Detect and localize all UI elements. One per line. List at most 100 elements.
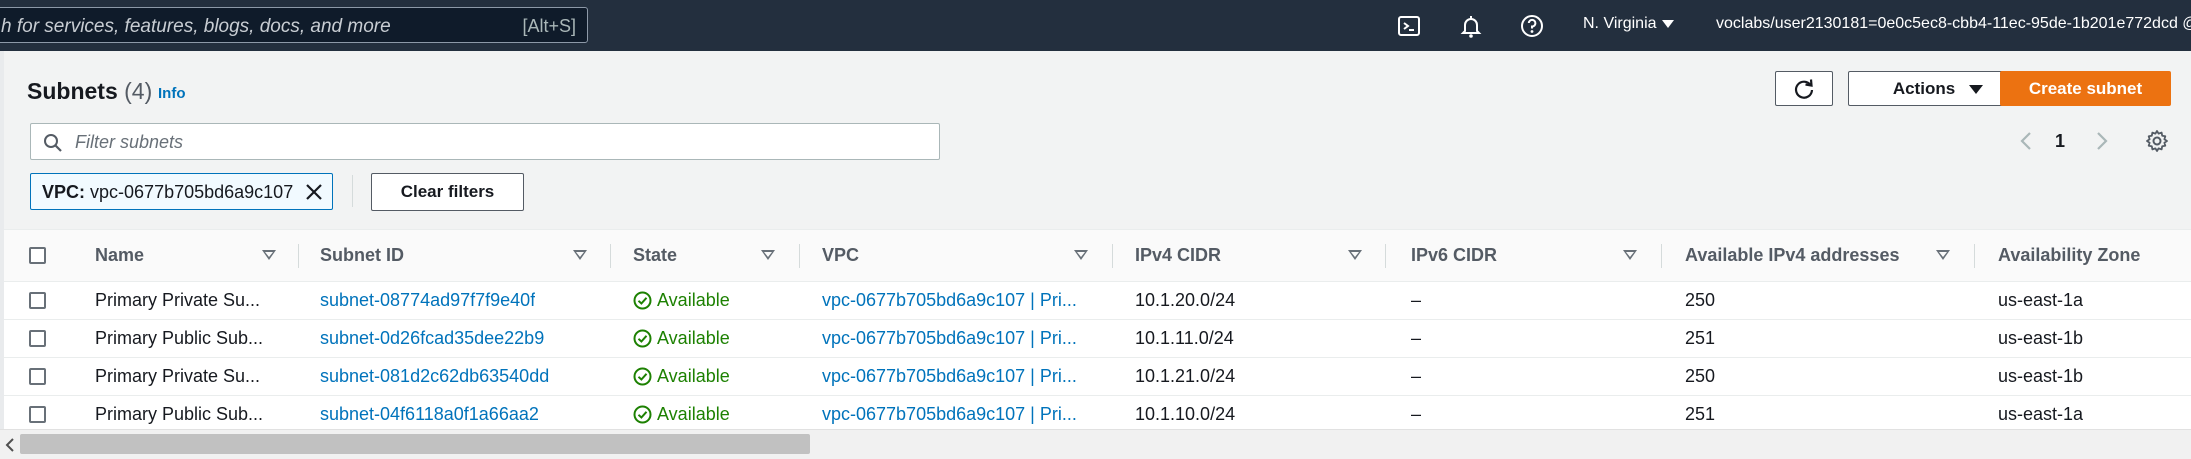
column-divider[interactable] [1974,244,1975,268]
sort-icon[interactable] [573,250,587,260]
filter-subnets-input[interactable] [75,130,915,154]
vpc-filter-token: VPC: vpc-0677b705bd6a9c107 [30,173,333,210]
state-label: Available [657,328,730,348]
column-divider[interactable] [1385,244,1386,268]
filter-token-value: vpc-0677b705bd6a9c107 [90,182,294,202]
cell-subnet-id-link[interactable]: subnet-081d2c62db63540dd [320,358,549,395]
column-header-state[interactable]: State [633,230,677,281]
cell-ipv6-cidr: – [1411,328,1422,348]
bell-icon[interactable] [1458,13,1484,39]
cell-ipv4-cidr: 10.1.20.0/24 [1135,290,1236,310]
help-icon[interactable] [1519,13,1545,39]
cell-vpc-link[interactable]: vpc-0677b705bd6a9c107 | Pri... [822,358,1077,395]
column-header-available-ipv4[interactable]: Available IPv4 addresses [1685,230,1899,281]
status-check-icon [633,291,652,310]
subnets-panel: Subnets (4) Info Actions Create subnet 1… [0,51,2191,459]
subnet-count: (4) [124,78,153,104]
current-page-number[interactable]: 1 [2055,131,2065,152]
cell-state: Available [633,396,730,433]
sort-icon[interactable] [262,250,276,260]
row-checkbox[interactable] [29,368,46,385]
cell-available-ipv4: 250 [1685,366,1716,386]
column-header-subnet-id[interactable]: Subnet ID [320,230,404,281]
cell-subnet-id-link[interactable]: subnet-08774ad97f7f9e40f [320,282,535,319]
cell-availability-zone: us-east-1a [1998,290,2084,310]
scroll-left-icon[interactable] [5,438,15,452]
filter-divider [352,175,353,207]
create-subnet-button[interactable]: Create subnet [2000,71,2171,106]
cell-ipv4-cidr: 10.1.21.0/24 [1135,366,1236,386]
region-label: N. Virginia [1583,15,1657,32]
cell-ipv6-cidr: – [1411,290,1422,310]
page-title-text: Subnets [27,78,118,104]
cell-subnet-id-link[interactable]: subnet-04f6118a0f1a66aa2 [320,396,539,433]
column-divider[interactable] [298,244,299,268]
column-divider[interactable] [610,244,611,268]
column-divider[interactable] [1112,244,1113,268]
cell-name: Primary Private Su... [95,366,261,386]
scrollbar-thumb[interactable] [20,434,810,454]
region-selector[interactable]: N. Virginia [1583,15,1674,33]
global-search-box[interactable]: h for services, features, blogs, docs, a… [0,7,588,43]
cell-availability-zone: us-east-1a [1998,404,2084,424]
horizontal-scrollbar[interactable] [0,429,2191,459]
cloudshell-icon[interactable] [1396,13,1422,39]
column-header-ipv6-cidr[interactable]: IPv6 CIDR [1411,230,1497,281]
select-all-checkbox[interactable] [29,247,46,264]
sort-icon[interactable] [1348,250,1362,260]
table-row[interactable]: Primary Private Su... subnet-08774ad97f7… [4,282,2191,320]
column-header-vpc[interactable]: VPC [822,230,859,281]
cell-vpc-link[interactable]: vpc-0677b705bd6a9c107 | Pri... [822,320,1077,357]
global-search-placeholder: h for services, features, blogs, docs, a… [1,16,391,37]
sort-icon[interactable] [761,250,775,260]
refresh-icon [1794,79,1814,99]
cell-subnet-id-link[interactable]: subnet-0d26fcad35dee22b9 [320,320,544,357]
cell-available-ipv4: 251 [1685,404,1716,424]
status-check-icon [633,405,652,424]
column-header-availability-zone[interactable]: Availability Zone [1998,230,2140,281]
search-icon [44,134,62,152]
sort-icon[interactable] [1936,250,1950,260]
cell-name: Primary Public Sub... [95,404,264,424]
table-row[interactable]: Primary Public Sub... subnet-0d26fcad35d… [4,320,2191,358]
cell-state: Available [633,320,730,357]
close-icon[interactable] [304,182,324,202]
row-checkbox[interactable] [29,330,46,347]
column-header-name[interactable]: Name [95,230,144,281]
search-shortcut-hint: [Alt+S] [522,16,576,36]
account-menu[interactable]: voclabs/user2130181=0e0c5ec8-cbb4-11ec-9… [1716,15,2191,33]
cell-state: Available [633,358,730,395]
table-row[interactable]: Primary Private Su... subnet-081d2c62db6… [4,358,2191,396]
column-divider[interactable] [799,244,800,268]
cell-available-ipv4: 251 [1685,328,1716,348]
status-check-icon [633,367,652,386]
filter-token-key: VPC: [42,182,86,202]
status-check-icon [633,329,652,348]
column-divider[interactable] [1661,244,1662,268]
caret-down-icon [1969,85,1984,95]
cell-availability-zone: us-east-1b [1998,366,2084,386]
refresh-button[interactable] [1775,71,1833,106]
sort-icon[interactable] [1623,250,1637,260]
top-navigation-bar: h for services, features, blogs, docs, a… [0,0,2191,51]
cell-state: Available [633,282,730,319]
cell-name: Primary Public Sub... [95,328,264,348]
column-header-ipv4-cidr[interactable]: IPv4 CIDR [1135,230,1221,281]
next-page-icon[interactable] [2090,129,2112,153]
sort-icon[interactable] [1074,250,1088,260]
info-link[interactable]: Info [158,85,186,102]
table-header: Name Subnet ID State VPC IPv4 CIDR IPv6 … [4,229,2191,282]
previous-page-icon[interactable] [2016,129,2038,153]
cell-ipv4-cidr: 10.1.10.0/24 [1135,404,1236,424]
row-checkbox[interactable] [29,292,46,309]
row-checkbox[interactable] [29,406,46,423]
cell-vpc-link[interactable]: vpc-0677b705bd6a9c107 | Pri... [822,282,1077,319]
cell-name: Primary Private Su... [95,290,261,310]
actions-label: Actions [1892,79,1956,98]
state-label: Available [657,290,730,310]
clear-filters-button[interactable]: Clear filters [371,173,524,211]
settings-gear-icon[interactable] [2145,129,2169,153]
cell-vpc-link[interactable]: vpc-0677b705bd6a9c107 | Pri... [822,396,1077,433]
filter-subnets-field[interactable] [30,123,940,160]
panel-header: Subnets (4) Info Actions Create subnet 1… [4,51,2191,229]
